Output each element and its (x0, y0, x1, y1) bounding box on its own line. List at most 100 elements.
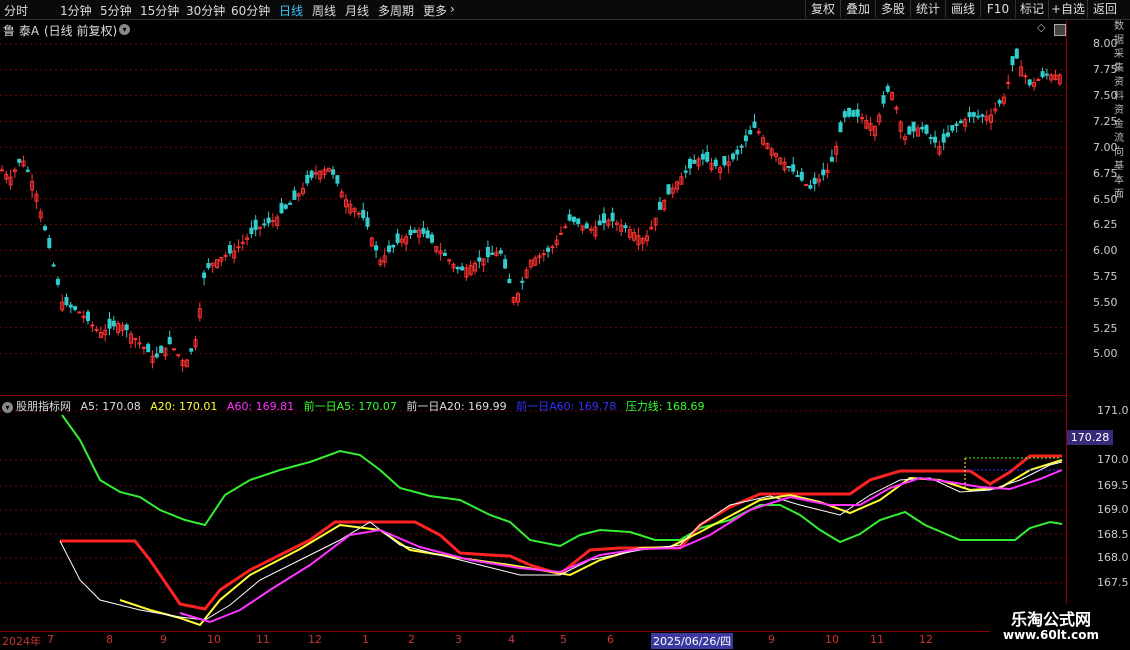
candle-body (602, 213, 606, 224)
candle-body (361, 209, 366, 219)
candle-body (855, 109, 860, 117)
date-label: 9 (768, 633, 775, 646)
candle-body (240, 241, 245, 244)
candle-body (567, 214, 572, 221)
candle-body (705, 152, 710, 162)
candle-body (976, 115, 981, 118)
indicator-value-1: A20: 170.01 (146, 400, 218, 413)
candle-body (821, 169, 826, 176)
a20-line (119, 459, 1063, 627)
candle-body (571, 216, 576, 222)
candle-body (460, 266, 465, 271)
date-label: 7 (47, 633, 54, 646)
candle-body (946, 132, 950, 137)
candle-body (597, 220, 602, 226)
indicator-value-0: A5: 170.08 (77, 400, 141, 413)
candle-body (154, 353, 159, 358)
side-info-strip[interactable]: 数据采集资料资金流向基本面 (1114, 20, 1130, 630)
date-label: 3 (455, 633, 462, 646)
candle-body (812, 177, 817, 185)
candle-body (425, 230, 430, 239)
panel-divider (0, 395, 1066, 396)
candle-body (1006, 81, 1011, 84)
candle-body (202, 272, 207, 279)
candle-body (111, 320, 116, 327)
candle-body (1010, 56, 1015, 66)
candle-body (804, 183, 809, 186)
indicator-title: ▾ 股朋指标网 A5: 170.08 A20: 170.01 A60: 169.8… (2, 398, 717, 413)
date-label: 10 (825, 633, 839, 646)
current-value-badge: 170.28 (1067, 430, 1113, 445)
candle-body (485, 246, 490, 258)
date-label: 6 (607, 633, 614, 646)
candle-body (176, 354, 181, 357)
date-label: 9 (160, 633, 167, 646)
candle-body (335, 175, 340, 184)
candle-body (331, 169, 336, 175)
candle-body (563, 226, 568, 229)
indicator-name[interactable]: 股朋指标网 (16, 400, 71, 413)
watermark-title: 乐淘公式网 (1010, 610, 1091, 629)
candle-body (124, 324, 129, 331)
candle-body (167, 336, 172, 345)
a60-line (179, 469, 1063, 624)
candle-body (623, 225, 628, 228)
date-label: 1 (362, 633, 369, 646)
candle-body (1040, 71, 1045, 78)
candle-body (683, 170, 688, 173)
candle-body (589, 228, 594, 231)
candle-body (885, 85, 890, 92)
date-label: 11 (256, 633, 270, 646)
candle-body (55, 278, 60, 285)
candle-body (249, 227, 254, 234)
indicator-value-4: 前一日A20: 169.99 (402, 400, 507, 413)
date-label: 4 (508, 633, 515, 646)
candle-body (842, 111, 847, 118)
candle-body (954, 123, 959, 126)
candle-body (881, 95, 886, 104)
candle-body (799, 171, 804, 181)
candle-body (911, 121, 916, 132)
candle-body (559, 232, 563, 235)
candle-body (756, 131, 761, 134)
candle-body (550, 246, 555, 249)
candle-body (266, 217, 271, 224)
candle-body (279, 203, 284, 214)
candle-body (64, 296, 69, 306)
watermark-url: www.60lt.com (1002, 628, 1100, 642)
candle-body (666, 184, 671, 195)
candle-body (503, 259, 508, 269)
candle-body (808, 185, 813, 189)
candle-body (971, 112, 976, 117)
candle-body (395, 233, 400, 244)
candle-body (17, 158, 22, 163)
candle-body (283, 204, 288, 209)
candle-body (860, 117, 864, 120)
candle-body (731, 153, 735, 160)
candle-body (748, 130, 753, 135)
candle-body (227, 244, 232, 254)
price-axis-line (1066, 20, 1067, 630)
candle-body (137, 342, 142, 345)
candle-body (490, 252, 495, 255)
candle-body (1044, 73, 1049, 76)
candle-body (838, 122, 843, 133)
date-label: 12 (919, 633, 933, 646)
candle-body (688, 158, 692, 169)
candle-body (920, 126, 925, 130)
candle-body (0, 169, 4, 172)
candle-body (47, 237, 52, 249)
chevron-down-icon[interactable]: ▾ (2, 401, 13, 413)
candle-body (950, 125, 955, 131)
candle-body (43, 226, 47, 231)
candle-body (189, 348, 194, 352)
candle-body (795, 175, 800, 178)
candle-body (236, 246, 241, 249)
candle-body (928, 137, 933, 140)
watermark-logo: 乐淘公式网 www.60lt.com (990, 604, 1112, 648)
candle-body (77, 311, 82, 314)
candle-body (391, 244, 396, 248)
candle-body (941, 133, 946, 143)
candle-body (980, 114, 985, 117)
date-cursor-label: 2025/06/26/四 (651, 633, 734, 649)
